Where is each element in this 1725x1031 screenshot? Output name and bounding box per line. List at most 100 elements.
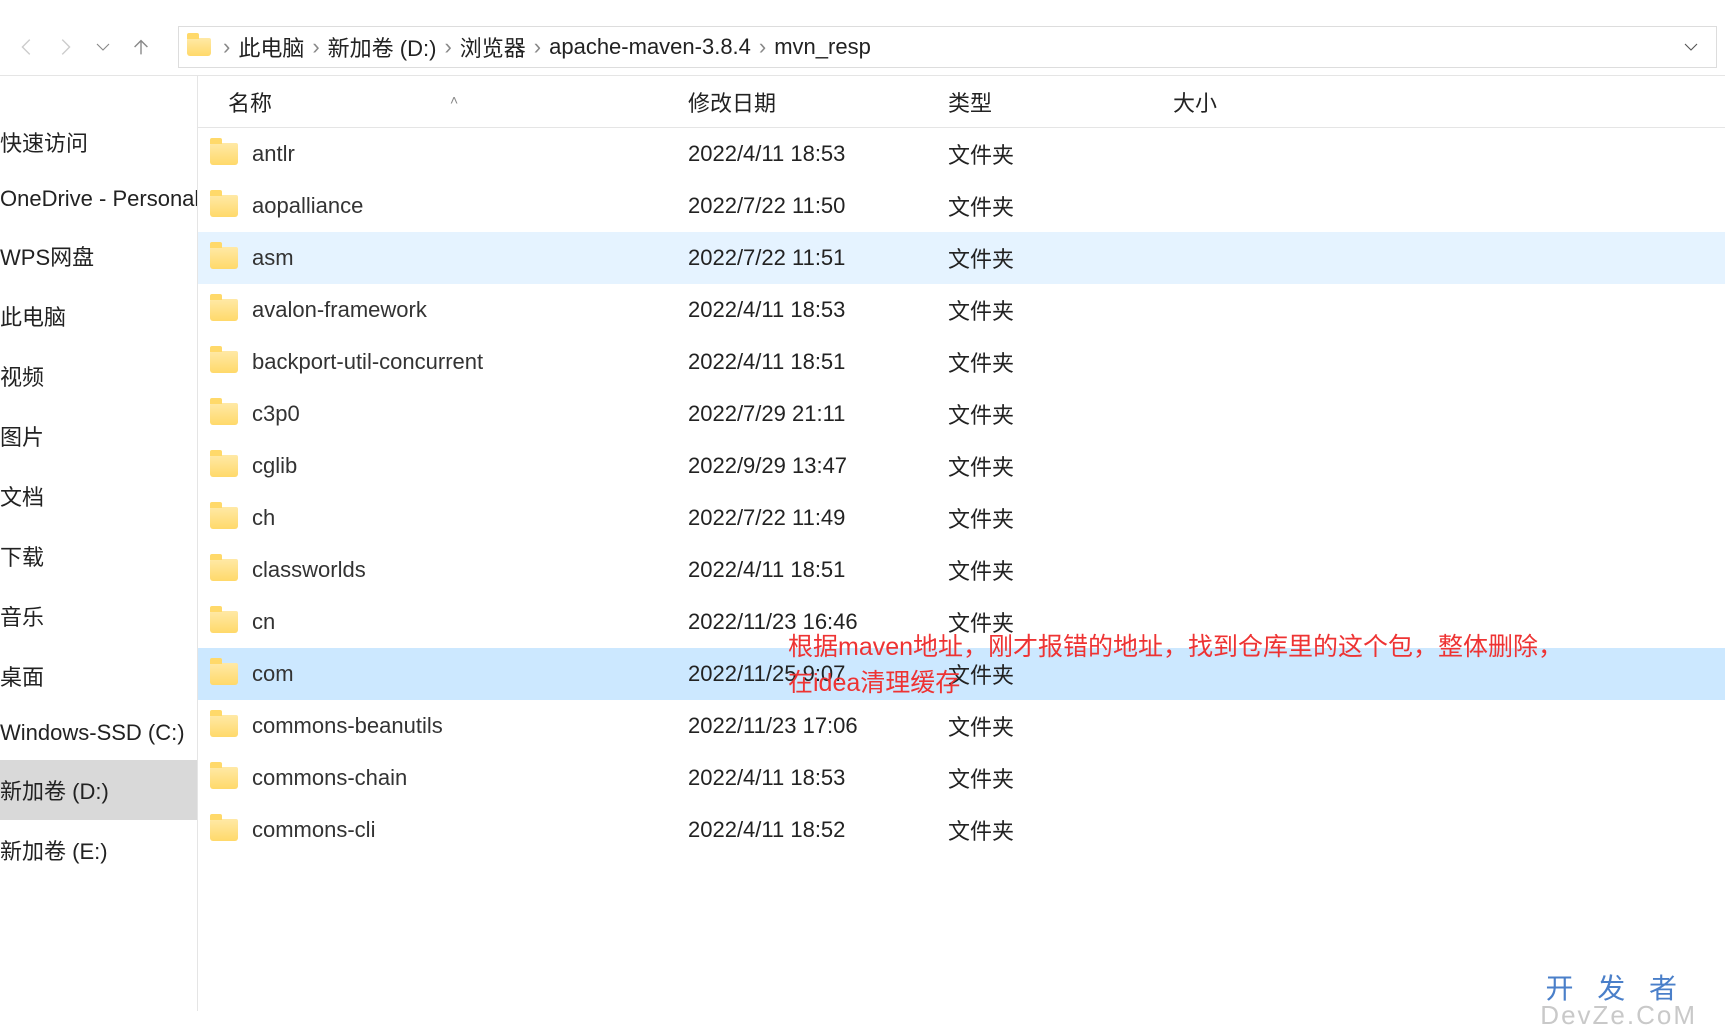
cell-date: 2022/11/25 9:07: [688, 661, 948, 687]
cell-name: asm: [198, 245, 688, 271]
folder-icon: [210, 611, 238, 633]
table-row[interactable]: antlr 2022/4/11 18:53文件夹: [198, 128, 1725, 180]
cell-name: commons-cli: [198, 817, 688, 843]
sidebar-item[interactable]: OneDrive - Personal: [0, 172, 197, 226]
cell-date: 2022/4/11 18:53: [688, 141, 948, 167]
cell-type: 文件夹: [948, 138, 1173, 170]
column-header-row: 名称 ˄ 修改日期 类型 大小: [198, 76, 1725, 128]
cell-date: 2022/11/23 16:46: [688, 609, 948, 635]
cell-type: 文件夹: [948, 658, 1173, 690]
file-name: ch: [252, 505, 275, 531]
sidebar-item[interactable]: 图片: [0, 406, 197, 466]
table-row[interactable]: aopalliance2022/7/22 11:50文件夹: [198, 180, 1725, 232]
table-row[interactable]: cglib2022/9/29 13:47文件夹: [198, 440, 1725, 492]
file-name: antlr: [252, 141, 295, 167]
table-row[interactable]: avalon-framework2022/4/11 18:53文件夹: [198, 284, 1725, 336]
file-list: antlr2022/4/11 18:53文件夹aopalliance2022/7…: [198, 128, 1725, 856]
nav-up-button[interactable]: [122, 28, 160, 66]
chevron-right-icon[interactable]: ›: [532, 34, 543, 60]
chevron-right-icon[interactable]: ›: [310, 34, 321, 60]
table-row[interactable]: backport-util-concurrent2022/4/11 18:51文…: [198, 336, 1725, 388]
cell-date: 2022/4/11 18:51: [688, 349, 948, 375]
column-header-date[interactable]: 修改日期: [688, 86, 948, 118]
cell-date: 2022/4/11 18:53: [688, 297, 948, 323]
table-row[interactable]: com 2022/11/25 9:07文件夹: [198, 648, 1725, 700]
cell-type: 文件夹: [948, 502, 1173, 534]
cell-type: 文件夹: [948, 762, 1173, 794]
breadcrumb-segment[interactable]: apache-maven-3.8.4: [543, 34, 757, 60]
folder-icon: [210, 767, 238, 789]
table-row[interactable]: ch2022/7/22 11:49文件夹: [198, 492, 1725, 544]
file-name: c3p0: [252, 401, 300, 427]
sidebar-item[interactable]: 快速访问: [0, 112, 197, 172]
table-row[interactable]: commons-chain2022/4/11 18:53文件夹: [198, 752, 1725, 804]
cell-type: 文件夹: [948, 606, 1173, 638]
cell-name: cn: [198, 609, 688, 635]
sidebar-item[interactable]: 此电脑: [0, 286, 197, 346]
nav-forward-button[interactable]: [46, 28, 84, 66]
breadcrumb-segment[interactable]: 浏览器: [454, 31, 532, 63]
sidebar-item[interactable]: 音乐: [0, 586, 197, 646]
file-name: cglib: [252, 453, 297, 479]
main-area: 快速访问OneDrive - PersonalWPS网盘此电脑视频图片文档下载音…: [0, 76, 1725, 1011]
cell-type: 文件夹: [948, 710, 1173, 742]
cell-name: c3p0: [198, 401, 688, 427]
table-row[interactable]: commons-cli2022/4/11 18:52文件夹: [198, 804, 1725, 856]
folder-icon: [210, 819, 238, 841]
cell-type: 文件夹: [948, 346, 1173, 378]
nav-recent-dropdown[interactable]: [84, 28, 122, 66]
cell-name: cglib: [198, 453, 688, 479]
cell-name: avalon-framework: [198, 297, 688, 323]
cell-type: 文件夹: [948, 242, 1173, 274]
chevron-right-icon[interactable]: ›: [757, 34, 768, 60]
sidebar-item[interactable]: 视频: [0, 346, 197, 406]
folder-icon: [210, 247, 238, 269]
file-name: avalon-framework: [252, 297, 427, 323]
cell-name: commons-beanutils: [198, 713, 688, 739]
cell-name: backport-util-concurrent: [198, 349, 688, 375]
cell-date: 2022/7/29 21:11: [688, 401, 948, 427]
table-row[interactable]: commons-beanutils2022/11/23 17:06文件夹: [198, 700, 1725, 752]
folder-icon: [210, 403, 238, 425]
file-name: commons-beanutils: [252, 713, 443, 739]
file-name: com: [252, 661, 294, 687]
sidebar-item[interactable]: WPS网盘: [0, 226, 197, 286]
folder-icon: [210, 507, 238, 529]
file-name: aopalliance: [252, 193, 363, 219]
breadcrumb-segment[interactable]: mvn_resp: [768, 34, 877, 60]
file-name: cn: [252, 609, 275, 635]
column-header-name[interactable]: 名称 ˄: [198, 86, 688, 118]
cell-date: 2022/7/22 11:51: [688, 245, 948, 271]
address-bar[interactable]: › 此电脑 › 新加卷 (D:) › 浏览器 › apache-maven-3.…: [178, 26, 1717, 68]
sidebar-item[interactable]: 下载: [0, 526, 197, 586]
folder-icon: [210, 663, 238, 685]
sidebar-item[interactable]: 文档: [0, 466, 197, 526]
column-header-size[interactable]: 大小: [1173, 86, 1323, 118]
cell-type: 文件夹: [948, 450, 1173, 482]
breadcrumb-segment[interactable]: 此电脑: [232, 31, 310, 63]
table-row[interactable]: cn 2022/11/23 16:46文件夹: [198, 596, 1725, 648]
chevron-right-icon[interactable]: ›: [221, 34, 232, 60]
table-row[interactable]: c3p0 2022/7/29 21:11文件夹: [198, 388, 1725, 440]
column-header-type[interactable]: 类型: [948, 86, 1173, 118]
cell-date: 2022/7/22 11:50: [688, 193, 948, 219]
nav-back-button[interactable]: [8, 28, 46, 66]
table-row[interactable]: asm2022/7/22 11:51文件夹: [198, 232, 1725, 284]
cell-name: classworlds: [198, 557, 688, 583]
chevron-right-icon[interactable]: ›: [442, 34, 453, 60]
sort-indicator-icon: ˄: [450, 92, 458, 108]
folder-icon: [187, 38, 211, 56]
sidebar-item[interactable]: 新加卷 (E:): [0, 820, 197, 880]
breadcrumb-segment[interactable]: 新加卷 (D:): [322, 31, 443, 63]
sidebar-item[interactable]: 桌面: [0, 646, 197, 706]
folder-icon: [210, 455, 238, 477]
folder-icon: [210, 299, 238, 321]
sidebar-item[interactable]: Windows-SSD (C:): [0, 706, 197, 760]
address-expand-button[interactable]: [1674, 38, 1708, 56]
table-row[interactable]: classworlds2022/4/11 18:51文件夹: [198, 544, 1725, 596]
sidebar-item[interactable]: 新加卷 (D:): [0, 760, 197, 820]
folder-icon: [210, 351, 238, 373]
cell-type: 文件夹: [948, 814, 1173, 846]
cell-type: 文件夹: [948, 554, 1173, 586]
cell-type: 文件夹: [948, 398, 1173, 430]
